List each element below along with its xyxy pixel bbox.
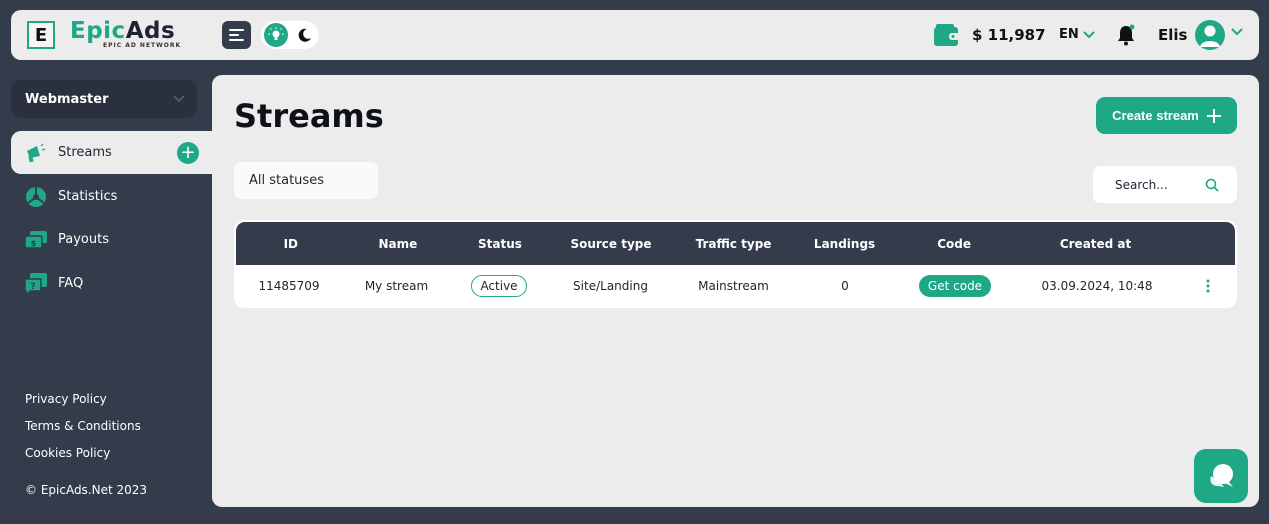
- column-header-source-type[interactable]: Source type: [550, 237, 673, 251]
- streams-table: ID Name Status Source type Traffic type …: [234, 220, 1237, 308]
- search-input[interactable]: [1115, 177, 1205, 192]
- user-icon: [1200, 25, 1220, 47]
- create-stream-label: Create stream: [1112, 108, 1199, 123]
- chevron-down-icon: [1083, 30, 1095, 38]
- cell-created-at: 03.09.2024, 10:48: [1041, 279, 1153, 293]
- dark-theme-icon[interactable]: [297, 27, 313, 43]
- brand-logo[interactable]: EpicAds: [70, 19, 175, 43]
- column-header-code[interactable]: Code: [894, 237, 1014, 251]
- menu-line: [229, 34, 239, 36]
- column-header-status[interactable]: Status: [450, 237, 550, 251]
- light-theme-icon[interactable]: [264, 23, 288, 47]
- language-selector[interactable]: EN: [1059, 27, 1095, 42]
- sidebar-item-faq[interactable]: ? FAQ: [11, 262, 211, 305]
- cookies-policy-link[interactable]: Cookies Policy: [25, 446, 141, 462]
- cell-traffic-type: Mainstream: [698, 279, 769, 293]
- get-code-button[interactable]: Get code: [918, 275, 992, 297]
- add-stream-button[interactable]: +: [177, 142, 199, 164]
- megaphone-icon: [25, 142, 47, 164]
- column-header-created-at[interactable]: Created at: [1014, 237, 1177, 251]
- create-stream-button[interactable]: Create stream: [1096, 97, 1237, 134]
- menu-line: [229, 29, 244, 31]
- cell-source-type: Site/Landing: [573, 279, 648, 293]
- cell-name: My stream: [364, 279, 429, 293]
- sidebar-item-payouts[interactable]: $ Payouts: [11, 218, 211, 261]
- status-badge: Active: [471, 275, 527, 297]
- wallet-icon[interactable]: [934, 24, 960, 46]
- theme-toggle[interactable]: [261, 21, 319, 49]
- cell-landings: 0: [841, 279, 849, 293]
- cell-actions: [1179, 279, 1237, 293]
- top-bar: E EpicAds EPIC AD NETWORK $ 11,987 EN El…: [11, 10, 1259, 60]
- chevron-down-icon: [173, 95, 185, 103]
- column-header-traffic-type[interactable]: Traffic type: [672, 237, 795, 251]
- cell-id: 11485709: [258, 279, 320, 293]
- column-header-landings[interactable]: Landings: [795, 237, 895, 251]
- table-row[interactable]: 11485709 My stream Active Site/Landing M…: [234, 265, 1237, 307]
- role-select[interactable]: Webmaster: [11, 80, 197, 118]
- role-label: Webmaster: [25, 91, 109, 107]
- sidebar-item-streams[interactable]: Streams +: [11, 131, 213, 174]
- brand-name-part1: Epic: [70, 18, 126, 44]
- terms-conditions-link[interactable]: Terms & Conditions: [25, 419, 141, 435]
- menu-line: [229, 39, 244, 41]
- money-icon: $: [25, 229, 47, 251]
- privacy-policy-link[interactable]: Privacy Policy: [25, 392, 141, 408]
- question-chat-icon: ?: [25, 272, 47, 295]
- status-filter-label: All statuses: [249, 173, 324, 188]
- column-header-id[interactable]: ID: [236, 237, 346, 251]
- username[interactable]: Elis: [1158, 26, 1187, 44]
- column-header-name[interactable]: Name: [346, 237, 451, 251]
- brand-name-part2: Ads: [125, 18, 176, 44]
- sidebar-item-label: Statistics: [58, 189, 118, 204]
- plus-icon: [1206, 108, 1221, 123]
- chat-support-button[interactable]: [1194, 449, 1248, 503]
- footer-links: Privacy Policy Terms & Conditions Cookie…: [25, 392, 141, 473]
- sidebar-item-label: FAQ: [58, 276, 84, 291]
- brand-tagline: EPIC AD NETWORK: [103, 42, 182, 49]
- copyright: © EpicAds.Net 2023: [25, 483, 148, 497]
- sidebar-item-statistics[interactable]: Statistics: [11, 175, 211, 218]
- cell-status: Active: [449, 275, 549, 297]
- main-panel: Streams Create stream All statuses ID Na…: [212, 75, 1259, 507]
- language-label: EN: [1059, 27, 1079, 42]
- sidebar-item-label: Payouts: [58, 232, 109, 247]
- pie-chart-icon: [25, 186, 47, 208]
- more-options-icon[interactable]: [1206, 279, 1210, 293]
- avatar[interactable]: [1195, 20, 1225, 50]
- search-box[interactable]: [1093, 166, 1237, 203]
- cell-code: Get code: [895, 275, 1015, 297]
- chat-bubble-icon: [1210, 464, 1233, 487]
- sidebar-item-label: Streams: [58, 145, 112, 160]
- search-icon[interactable]: [1205, 178, 1219, 192]
- svg-text:?: ?: [30, 282, 35, 292]
- page-title: Streams: [234, 97, 384, 135]
- logo-icon[interactable]: E: [27, 21, 55, 49]
- notification-bell-icon[interactable]: [1115, 24, 1137, 46]
- status-filter-select[interactable]: All statuses: [234, 162, 378, 199]
- svg-text:$: $: [31, 239, 37, 248]
- user-menu-chevron-icon[interactable]: [1231, 28, 1243, 36]
- menu-toggle-button[interactable]: [222, 21, 251, 49]
- table-header: ID Name Status Source type Traffic type …: [236, 222, 1235, 265]
- balance-amount: $ 11,987: [972, 26, 1046, 44]
